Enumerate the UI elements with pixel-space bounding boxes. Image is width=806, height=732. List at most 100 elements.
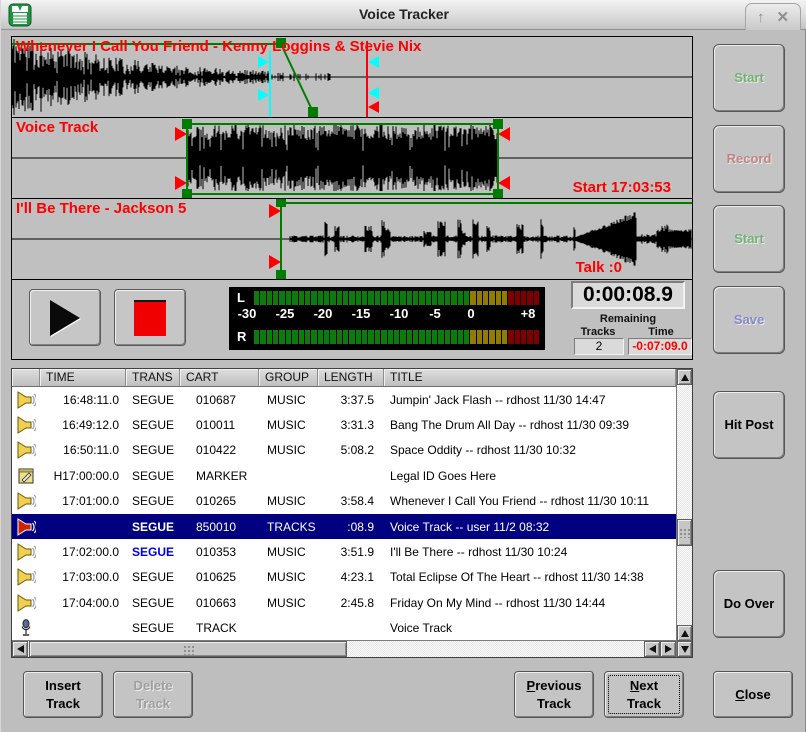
play-button[interactable] xyxy=(29,289,101,346)
scroll-up-button[interactable] xyxy=(677,369,692,385)
meter-segment xyxy=(496,330,501,344)
horizontal-scroll-thumb[interactable] xyxy=(29,641,347,657)
voice-tracker-window: { "window": { "title": "Voice Tracker" }… xyxy=(0,0,806,732)
next-track-button[interactable]: NextTrack xyxy=(604,671,684,718)
table-row[interactable]: 16:50:11.0SEGUE010422MUSIC5:08.2Space Od… xyxy=(12,438,676,463)
speaker-icon xyxy=(12,594,40,612)
meter-segment xyxy=(483,330,488,344)
meter-segment xyxy=(477,330,482,344)
scroll-left-button[interactable] xyxy=(12,641,28,657)
right-arrow-icon xyxy=(665,645,672,653)
meter-segment xyxy=(279,291,284,305)
remaining-label: Remaining xyxy=(571,313,685,325)
meter-segment xyxy=(318,330,323,344)
meter-segment xyxy=(368,330,373,344)
meter-segment xyxy=(413,291,418,305)
table-row[interactable]: 17:02:00.0SEGUE010353MUSIC3:51.9I'll Be … xyxy=(12,539,676,564)
do-over-button[interactable]: Do Over xyxy=(713,570,785,638)
marker-icon xyxy=(12,467,40,485)
shade-button[interactable]: ↑ xyxy=(757,10,765,25)
table-row[interactable]: 16:49:12.0SEGUE010011MUSIC3:31.3Bang The… xyxy=(12,412,676,437)
column-header-cart[interactable]: CART xyxy=(180,369,259,386)
meter-right-segments xyxy=(254,330,539,344)
stop-icon xyxy=(134,300,166,336)
cell-group: MUSIC xyxy=(259,393,318,407)
table-row[interactable]: 17:01:00.0SEGUE010265MUSIC3:58.4Whenever… xyxy=(12,489,676,514)
cell-title: Whenever I Call You Friend -- rdhost 11/… xyxy=(384,494,676,508)
meter-segment xyxy=(381,330,386,344)
table-row[interactable]: 17:04:00.0SEGUE010663MUSIC2:45.8Friday O… xyxy=(12,590,676,615)
scroll-down-button[interactable] xyxy=(677,641,692,657)
cell-length: :08.9 xyxy=(318,520,384,534)
cell-title: Friday On My Mind -- rdhost 11/30 14:44 xyxy=(384,596,676,610)
start-play-button[interactable]: Start xyxy=(713,205,785,273)
cell-time: 16:50:11.0 xyxy=(40,443,126,457)
cell-cart: 850010 xyxy=(180,520,259,534)
stop-button[interactable] xyxy=(114,289,186,346)
waveform-panel: Whenever I Call You Friend - Kenny Loggi… xyxy=(11,36,693,360)
table-row-selected[interactable]: SEGUE850010TRACKS:08.9Voice Track -- use… xyxy=(12,514,676,539)
meter-segment xyxy=(451,330,456,344)
time-remaining-value: -0:07:09.0 xyxy=(628,338,692,355)
meter-segment xyxy=(502,291,507,305)
tracks-remaining-value: 2 xyxy=(574,338,624,355)
meter-segment xyxy=(254,330,259,344)
close-button[interactable]: Close xyxy=(713,671,793,718)
elapsed-time-display: 0:00:08.9 xyxy=(571,281,685,309)
meter-segment xyxy=(375,330,380,344)
log-table: TIMETRANSCARTGROUPLENGTHTITLE 16:48:11.0… xyxy=(11,368,693,658)
transport-bar: L -30-25-20-15-10-50+8 R 0:00:08.9 Remai… xyxy=(12,280,692,357)
table-row[interactable]: H17:00:00.0SEGUEMARKERLegal ID Goes Here xyxy=(12,463,676,488)
vertical-scroll-thumb[interactable] xyxy=(677,519,692,546)
close-window-button[interactable]: ✕ xyxy=(776,10,789,25)
table-row[interactable]: 17:03:00.0SEGUE010625MUSIC4:23.1Total Ec… xyxy=(12,565,676,590)
cell-cart: 010663 xyxy=(180,596,259,610)
meter-segment xyxy=(400,330,405,344)
scroll-up-button-2[interactable] xyxy=(677,625,692,641)
save-button[interactable]: Save xyxy=(713,286,785,354)
horizontal-scrollbar[interactable] xyxy=(12,640,676,657)
meter-segment xyxy=(464,330,469,344)
cell-trans: SEGUE xyxy=(126,494,180,508)
meter-segment xyxy=(337,291,342,305)
column-header-length[interactable]: LENGTH xyxy=(318,369,384,386)
start-record-button[interactable]: Start xyxy=(713,44,785,112)
scroll-right-button[interactable] xyxy=(660,641,676,657)
meter-segment xyxy=(394,330,399,344)
column-header-time[interactable]: TIME xyxy=(40,369,126,386)
meter-segment xyxy=(267,291,272,305)
scroll-left-button-2[interactable] xyxy=(644,641,660,657)
column-header-group[interactable]: GROUP xyxy=(259,369,318,386)
track-song-before[interactable]: Whenever I Call You Friend - Kenny Loggi… xyxy=(12,37,692,118)
hit-post-button[interactable]: Hit Post xyxy=(713,391,785,459)
track-voice[interactable]: Voice Track Start 17:03:53 xyxy=(12,118,692,199)
column-header-icon[interactable] xyxy=(12,369,40,386)
meter-scale-label: -10 xyxy=(390,306,409,321)
delete-track-button[interactable]: DeleteTrack xyxy=(113,671,193,718)
speaker-icon xyxy=(12,492,40,510)
cell-group: MUSIC xyxy=(259,570,318,584)
meter-segment xyxy=(279,330,284,344)
track-title: Voice Track xyxy=(16,119,98,136)
table-row[interactable]: SEGUETRACKVoice Track xyxy=(12,616,676,640)
meter-segment xyxy=(464,291,469,305)
left-arrow-icon xyxy=(17,645,24,653)
titlebar[interactable]: Voice Tracker ↑ ✕ xyxy=(1,0,806,30)
track-song-after[interactable]: I'll Be There - Jackson 5 Talk :0 xyxy=(12,199,692,280)
column-header-title[interactable]: TITLE xyxy=(384,369,676,386)
record-button[interactable]: Record xyxy=(713,125,785,193)
meter-segment xyxy=(432,330,437,344)
cell-cart: 010353 xyxy=(180,545,259,559)
meter-segment xyxy=(375,291,380,305)
previous-track-button[interactable]: PreviousTrack xyxy=(514,671,594,718)
column-header-trans[interactable]: TRANS xyxy=(126,369,180,386)
meter-scale-label: 0 xyxy=(467,306,474,321)
table-row[interactable]: 16:48:11.0SEGUE010687MUSIC3:37.5Jumpin' … xyxy=(12,387,676,412)
insert-track-button[interactable]: InsertTrack xyxy=(23,671,103,718)
left-arrow-icon xyxy=(649,645,656,653)
meter-segment xyxy=(445,330,450,344)
vertical-scrollbar[interactable] xyxy=(676,369,692,657)
meter-segment xyxy=(394,291,399,305)
meter-segment xyxy=(318,291,323,305)
cell-length: 5:08.2 xyxy=(318,443,384,457)
